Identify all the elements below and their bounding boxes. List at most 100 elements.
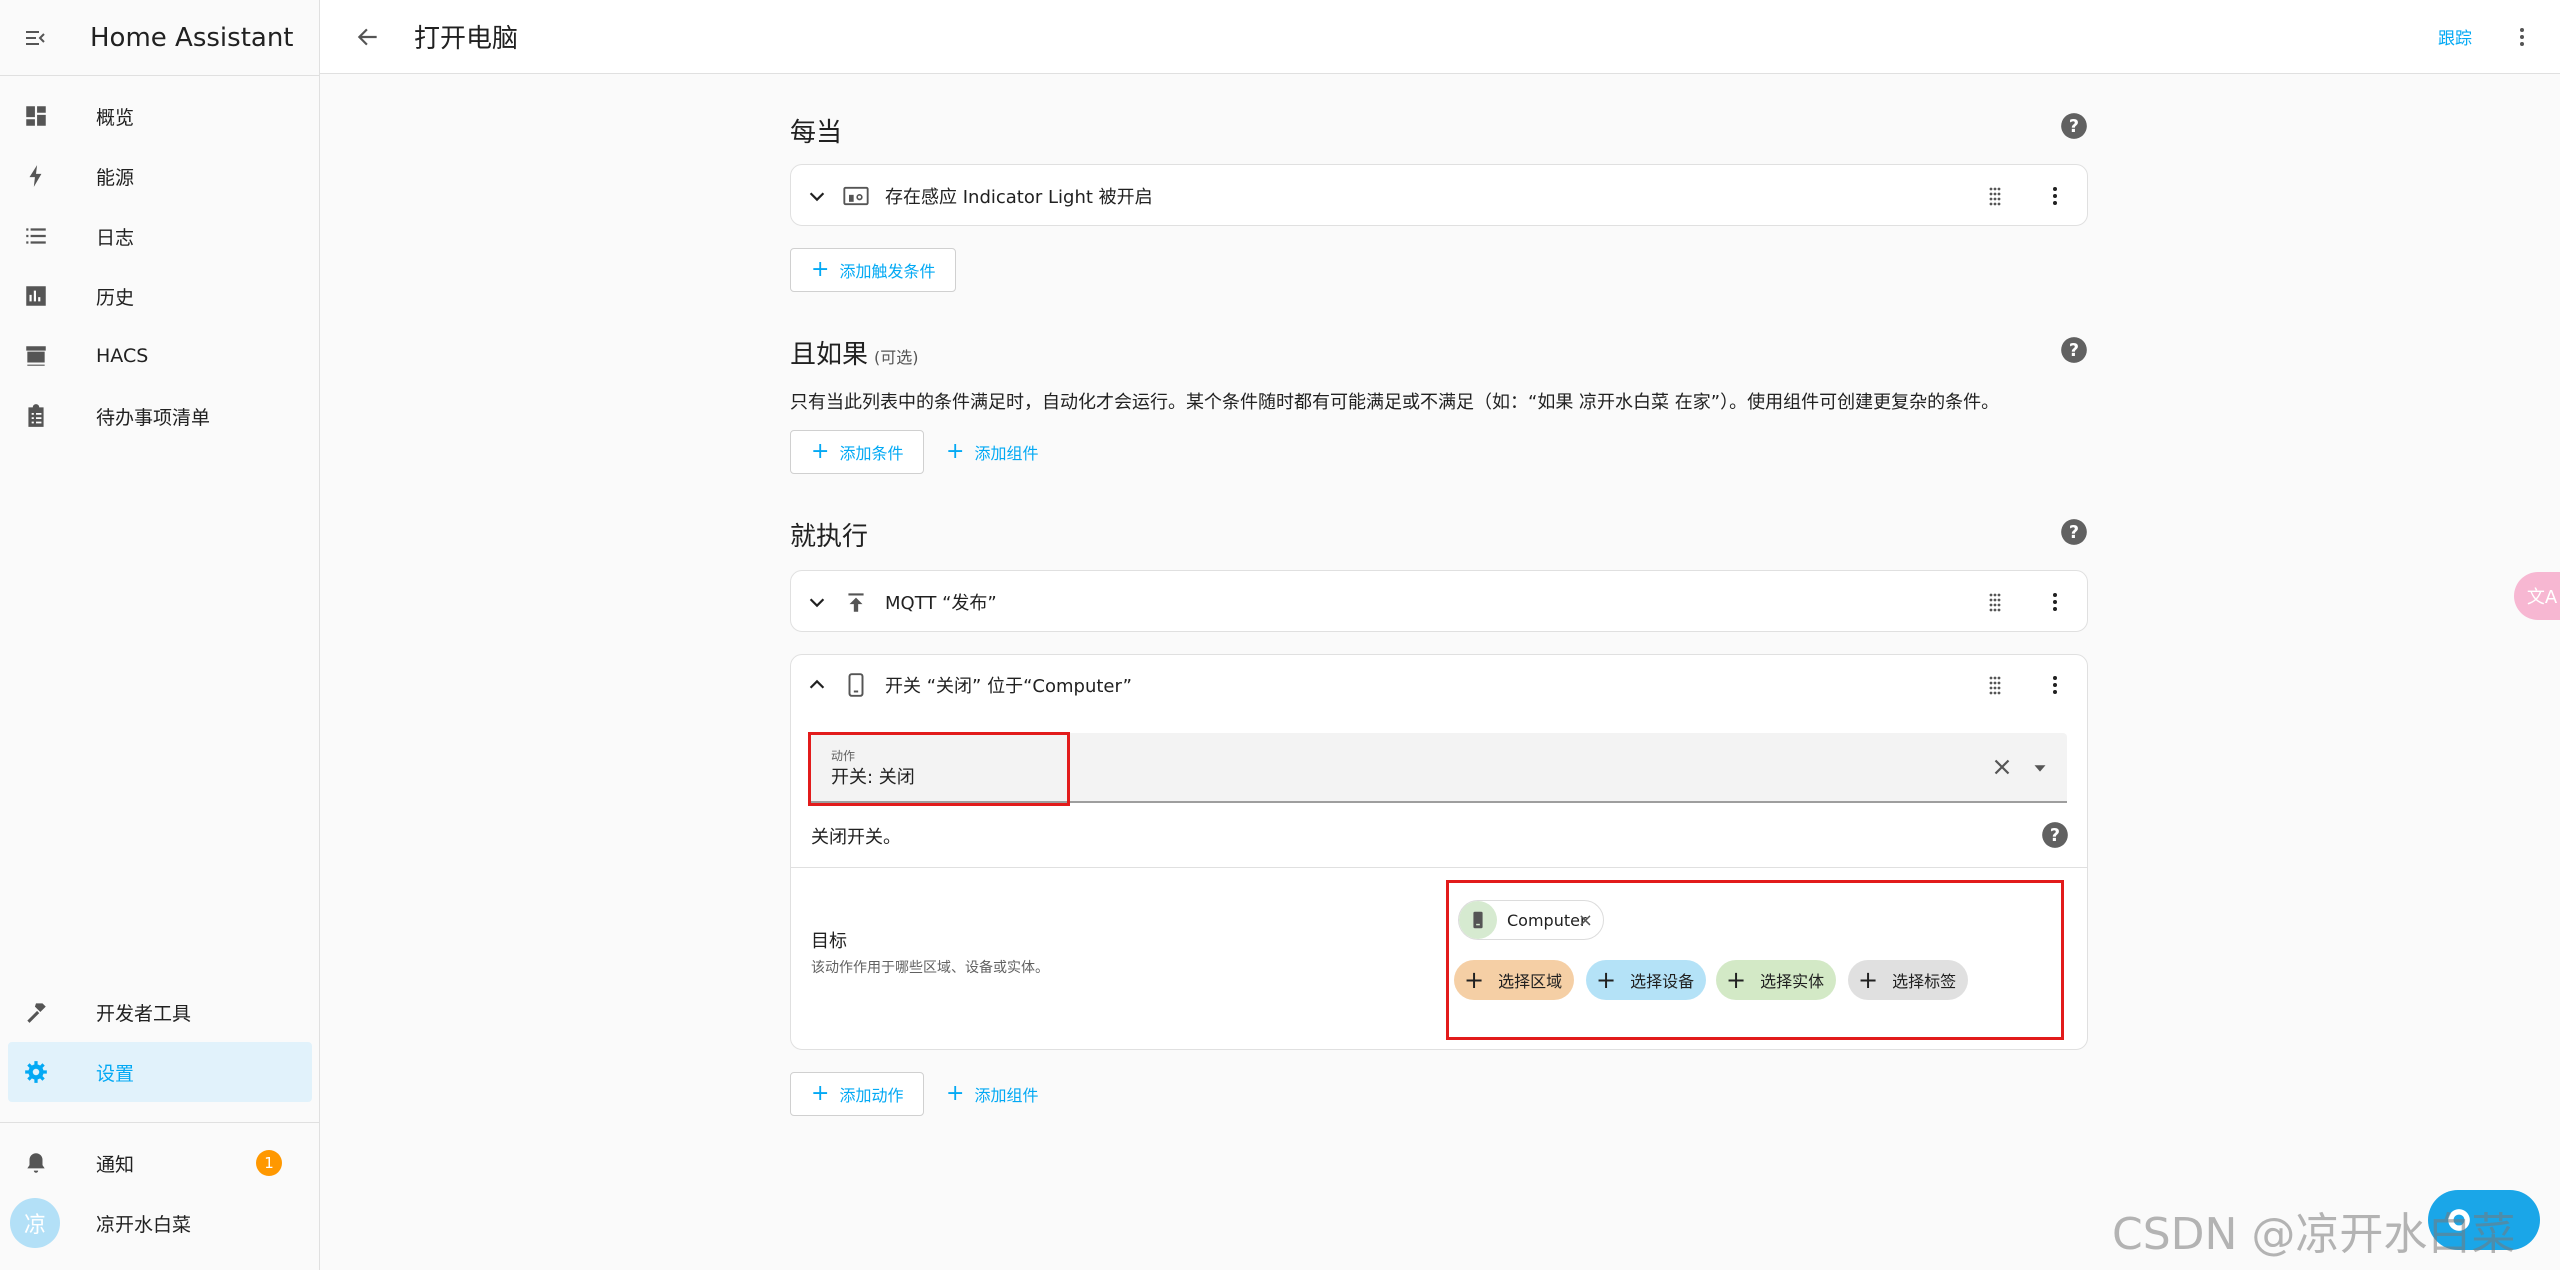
gear-icon [22, 1058, 50, 1086]
sidebar-item-history[interactable]: 历史 [8, 266, 311, 326]
sidebar-nav: 概览 能源 日志 历史 HACS 待办事项清单 [0, 76, 319, 446]
target-entity-label: Computer [1507, 910, 1587, 930]
translate-float-icon[interactable]: 文A [2514, 572, 2560, 620]
drag-handle-icon[interactable] [1983, 673, 2007, 697]
sidebar-item-label: 能源 [96, 166, 135, 189]
drag-handle-icon[interactable] [1983, 590, 2007, 614]
remove-chip-icon[interactable]: × [1578, 910, 1593, 931]
sidebar-item-label: 概览 [96, 106, 135, 129]
more-vert-icon[interactable] [2041, 588, 2069, 616]
sidebar-item-overview[interactable]: 概览 [8, 86, 311, 146]
help-icon[interactable]: ? [2060, 112, 2088, 140]
svg-text:?: ? [2050, 826, 2060, 846]
add-action-block-button[interactable]: + 添加组件 [938, 1072, 1046, 1116]
action-row[interactable]: 开关 “关闭” 位于“Computer” [791, 655, 2087, 715]
sidebar-item-settings[interactable]: 设置 [8, 1042, 312, 1102]
svg-text:?: ? [2069, 117, 2079, 137]
switch-device-icon [841, 670, 871, 700]
user-name: 凉开水白菜 [96, 1213, 192, 1236]
action-label: MQTT “发布” [885, 593, 997, 614]
action-select[interactable]: 动作 开关: 关闭 [811, 733, 2067, 803]
sidebar-item-label: HACS [96, 345, 149, 367]
target-entity-chip[interactable]: Computer × [1458, 900, 1604, 940]
help-icon[interactable]: ? [2041, 821, 2069, 849]
sidebar-item-label: 通知 [96, 1153, 135, 1176]
add-condition-block-button[interactable]: + 添加组件 [938, 430, 1046, 474]
action-select-label: 动作 [831, 749, 856, 763]
more-vert-icon[interactable] [2506, 21, 2538, 53]
plus-icon: + [811, 257, 830, 282]
action-label: 开关 “关闭” 位于“Computer” [885, 676, 1132, 697]
sidebar-bottom: 开发者工具 设置 [0, 982, 320, 1102]
add-action-label: 添加动作 [839, 1086, 904, 1105]
sidebar-item-notifications[interactable]: 通知 1 [8, 1133, 312, 1193]
sidebar-item-energy[interactable]: 能源 [8, 146, 311, 206]
add-action-button[interactable]: + 添加动作 [790, 1072, 925, 1116]
add-condition-button[interactable]: + 添加条件 [790, 430, 925, 474]
action-row[interactable]: MQTT “发布” [791, 571, 2087, 633]
more-vert-icon[interactable] [2041, 182, 2069, 210]
triggers-header: 每当 [790, 112, 842, 149]
chevron-up-icon[interactable] [805, 673, 829, 697]
switch-device-icon [1459, 901, 1497, 939]
chip-label: 选择实体 [1760, 972, 1825, 991]
conditions-optional: (可选) [874, 348, 919, 367]
add-block-label: 添加组件 [974, 444, 1039, 463]
caret-down-icon[interactable] [2029, 757, 2051, 779]
choose-device-chip[interactable]: + 选择设备 [1586, 960, 1706, 1000]
action-description: 关闭开关。 [811, 827, 901, 848]
hacs-icon [22, 342, 50, 370]
sidebar-item-logbook[interactable]: 日志 [8, 206, 311, 266]
sidebar-item-label: 历史 [96, 286, 135, 309]
chip-label: 选择设备 [1630, 972, 1695, 991]
add-trigger-button[interactable]: + 添加触发条件 [790, 248, 957, 292]
trigger-row[interactable]: 存在感应 Indicator Light 被开启 [791, 165, 2087, 227]
watermark: CSDN @凉开水白菜 [2112, 1209, 2516, 1260]
conditions-description: 只有当此列表中的条件满足时，自动化才会运行。某个条件随时都有可能满足或不满足（如… [790, 392, 2000, 413]
action-card-mqtt: MQTT “发布” [790, 570, 2088, 632]
target-description: 该动作作用于哪些区域、设备或实体。 [811, 960, 1049, 976]
dashboard-icon [22, 102, 50, 130]
plus-icon: + [811, 1081, 830, 1106]
plus-icon: + [1596, 966, 1617, 994]
actions-header: 就执行 [790, 516, 868, 553]
publish-icon [841, 587, 871, 617]
choose-area-chip[interactable]: + 选择区域 [1454, 960, 1574, 1000]
notification-badge: 1 [256, 1150, 282, 1176]
app-title: Home Assistant [90, 22, 294, 53]
drag-handle-icon[interactable] [1983, 184, 2007, 208]
chip-label: 选择标签 [1892, 972, 1957, 991]
sidebar-item-hacs[interactable]: HACS [8, 326, 311, 386]
sidebar-item-label: 日志 [96, 226, 135, 249]
chevron-down-icon[interactable] [805, 590, 829, 614]
sidebar-item-label: 待办事项清单 [96, 406, 211, 429]
bell-icon [22, 1149, 50, 1177]
close-icon[interactable] [1989, 754, 2015, 780]
choose-label-chip[interactable]: + 选择标签 [1848, 960, 1968, 1000]
sidebar-item-developer-tools[interactable]: 开发者工具 [8, 982, 312, 1042]
help-icon[interactable]: ? [2060, 518, 2088, 546]
menu-collapse-icon[interactable] [22, 25, 48, 51]
arrow-left-icon [357, 28, 377, 45]
sidebar-item-profile[interactable]: 凉 凉开水白菜 [8, 1193, 312, 1253]
page-title: 打开电脑 [414, 24, 519, 54]
back-button[interactable] [348, 17, 388, 57]
add-block-label: 添加组件 [974, 1086, 1039, 1105]
sidebar-item-todo[interactable]: 待办事项清单 [8, 386, 311, 446]
lightning-icon [22, 162, 50, 190]
target-title: 目标 [811, 931, 847, 952]
trigger-card: 存在感应 Indicator Light 被开启 [790, 164, 2088, 226]
top-bar: 打开电脑 跟踪 [320, 0, 2560, 74]
follow-link[interactable]: 跟踪 [2438, 24, 2472, 49]
more-vert-icon[interactable] [2041, 671, 2069, 699]
help-icon[interactable]: ? [2060, 336, 2088, 364]
plus-icon: + [946, 439, 965, 464]
svg-text:?: ? [2069, 523, 2079, 543]
chevron-down-icon[interactable] [805, 184, 829, 208]
conditions-title: 且如果 [790, 340, 869, 370]
svg-text:?: ? [2069, 341, 2079, 361]
choose-entity-chip[interactable]: + 选择实体 [1716, 960, 1836, 1000]
plus-icon: + [946, 1081, 965, 1106]
add-condition-label: 添加条件 [839, 444, 904, 463]
chip-label: 选择区域 [1498, 972, 1563, 991]
